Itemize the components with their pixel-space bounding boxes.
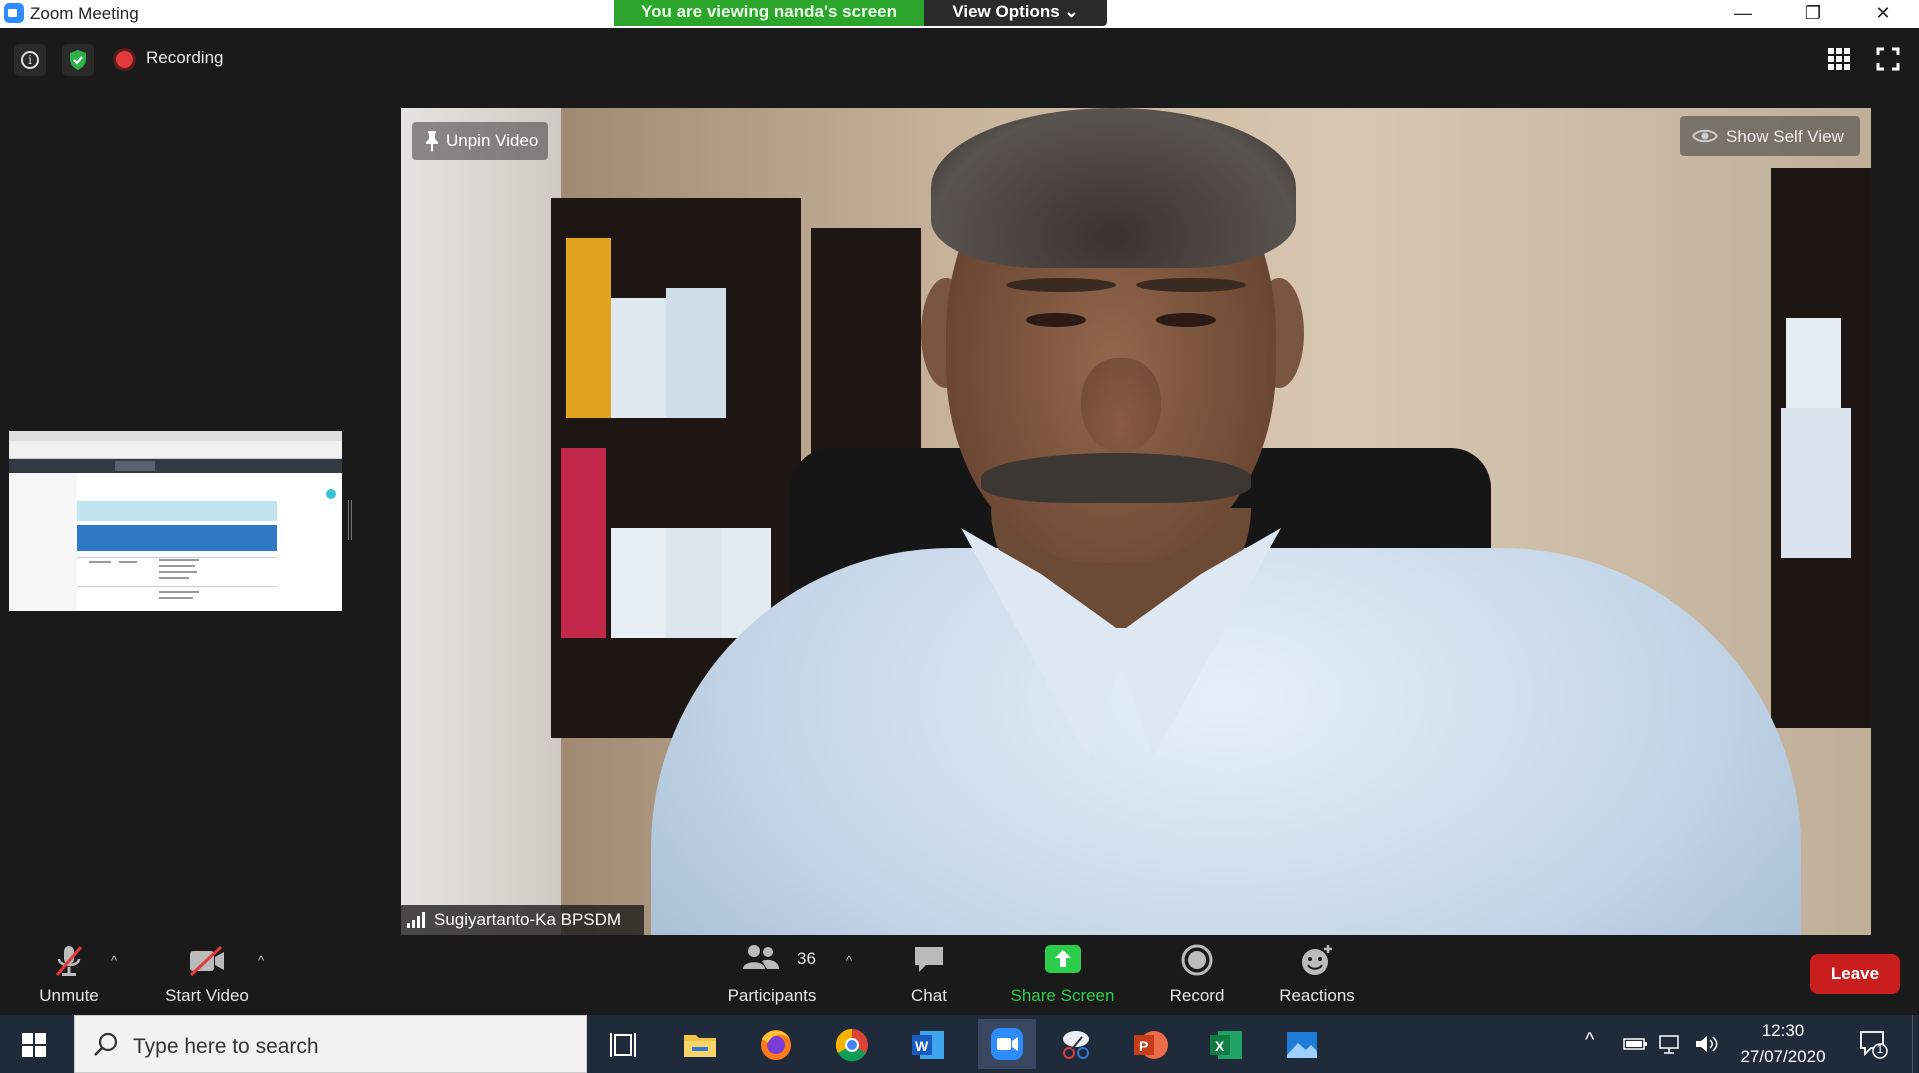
svg-text:P: P — [1139, 1038, 1148, 1054]
photos-icon[interactable] — [1280, 1023, 1324, 1067]
unpin-video-button[interactable]: Unpin Video — [412, 122, 548, 160]
title-bar: Zoom Meeting You are viewing nanda's scr… — [0, 0, 1919, 28]
excel-icon[interactable]: X — [1204, 1023, 1248, 1067]
task-view-icon[interactable] — [603, 1023, 647, 1067]
video-options-caret-icon[interactable]: ^ — [258, 953, 264, 968]
close-button[interactable]: ✕ — [1853, 0, 1913, 26]
leave-meeting-button[interactable]: Leave — [1810, 954, 1900, 994]
zoom-logo-icon — [4, 3, 24, 23]
powerpoint-icon[interactable]: P — [1128, 1023, 1172, 1067]
participants-caret-icon[interactable]: ^ — [846, 953, 852, 968]
word-icon[interactable]: W — [906, 1023, 950, 1067]
security-shield-button[interactable] — [62, 44, 94, 76]
fullscreen-icon[interactable] — [1876, 47, 1900, 71]
unmute-button[interactable]: Unmute — [24, 935, 114, 1015]
shield-check-icon — [70, 50, 86, 70]
shared-screen-thumbnail[interactable] — [9, 431, 342, 611]
video-camera-off-icon — [189, 945, 224, 977]
thumbnail-browser-toolbar — [9, 441, 342, 459]
thumbnail-nav-bar — [9, 459, 342, 473]
svg-text:X: X — [1215, 1038, 1225, 1054]
thumbnail-resize-handle[interactable] — [348, 500, 352, 540]
battery-icon[interactable] — [1622, 1035, 1648, 1053]
info-icon: i — [21, 51, 39, 69]
reactions-smiley-icon — [1302, 945, 1332, 975]
participants-count: 36 — [797, 949, 816, 968]
share-screen-icon — [1044, 945, 1081, 973]
unpin-video-label: Unpin Video — [446, 131, 539, 150]
network-icon[interactable] — [1658, 1033, 1684, 1055]
thumbnail-banner — [77, 501, 277, 521]
minimize-button[interactable]: — — [1713, 0, 1773, 26]
audio-options-caret-icon[interactable]: ^ — [111, 953, 117, 968]
volume-icon[interactable] — [1694, 1034, 1720, 1054]
clock-date[interactable]: 27/07/2020 — [1735, 1047, 1831, 1067]
notifications-count: 1 — [1876, 1042, 1884, 1056]
restore-button[interactable]: ❐ — [1783, 0, 1843, 26]
record-icon — [1181, 944, 1213, 976]
show-hidden-icons-caret-icon[interactable]: ^ — [1585, 1029, 1594, 1052]
thumbnail-sidebar — [9, 473, 77, 611]
share-screen-label: Share Screen — [1010, 986, 1115, 1005]
windows-taskbar: Type here to search W P X ^ 12:30 27/07/… — [0, 1015, 1919, 1073]
search-placeholder: Type here to search — [133, 1035, 319, 1058]
thumbnail-table-header — [77, 525, 277, 551]
taskbar-search-input[interactable]: Type here to search — [74, 1015, 587, 1073]
participants-label: Participants — [727, 986, 817, 1005]
speaker-name-tag: Sugiyartanto-Ka BPSDM — [401, 905, 644, 935]
zoom-meeting-window: Zoom Meeting You are viewing nanda's scr… — [0, 0, 1919, 1073]
chat-label: Chat — [911, 986, 947, 1005]
start-video-label: Start Video — [165, 986, 249, 1005]
speaker-name: Sugiyartanto-Ka BPSDM — [434, 910, 622, 929]
eye-icon — [1692, 129, 1718, 143]
show-self-view-button[interactable]: Show Self View — [1680, 116, 1860, 156]
active-speaker-video — [401, 108, 1871, 935]
share-screen-button[interactable]: Share Screen — [1000, 935, 1125, 1015]
unmute-label: Unmute — [39, 986, 99, 1005]
microphone-muted-icon — [55, 946, 83, 976]
recording-dot-icon — [116, 51, 133, 68]
viewing-screen-banner: You are viewing nanda's screen — [614, 0, 924, 26]
window-title: Zoom Meeting — [30, 4, 139, 23]
windows-start-icon[interactable] — [22, 1033, 46, 1057]
reactions-button[interactable]: Reactions — [1267, 935, 1367, 1015]
recording-label: Recording — [146, 48, 224, 67]
meeting-info-button[interactable]: i — [14, 44, 46, 76]
thumbnail-fab — [326, 489, 336, 499]
show-self-view-label: Show Self View — [1726, 127, 1844, 146]
zoom-app-icon — [991, 1028, 1023, 1060]
start-video-button[interactable]: Start Video — [152, 935, 262, 1015]
meeting-toolbar: Unmute ^ Start Video ^ Participants 36 ^ — [0, 935, 1919, 1015]
file-explorer-icon[interactable] — [678, 1023, 722, 1067]
view-options-button[interactable]: View Options ⌄ — [924, 0, 1107, 26]
reactions-label: Reactions — [1279, 986, 1355, 1005]
record-label: Record — [1169, 986, 1225, 1005]
firefox-icon[interactable] — [754, 1023, 798, 1067]
signal-strength-icon — [407, 912, 425, 928]
thumbnail-browser-tabs — [9, 431, 342, 441]
clock-time[interactable]: 12:30 — [1735, 1021, 1831, 1041]
participants-icon — [743, 945, 779, 969]
record-button[interactable]: Record — [1157, 935, 1237, 1015]
participants-button[interactable]: Participants — [712, 935, 832, 1015]
chrome-icon[interactable] — [830, 1023, 874, 1067]
snipping-tool-icon[interactable] — [1054, 1023, 1098, 1067]
chat-button[interactable]: Chat — [889, 935, 969, 1015]
search-icon — [94, 1032, 118, 1056]
chat-bubble-icon — [915, 947, 943, 972]
svg-text:W: W — [915, 1038, 929, 1054]
show-desktop-button[interactable] — [1912, 1015, 1919, 1073]
gallery-view-grid-icon[interactable] — [1828, 48, 1850, 70]
pin-icon — [426, 131, 438, 152]
zoom-taskbar-button[interactable] — [978, 1019, 1036, 1069]
